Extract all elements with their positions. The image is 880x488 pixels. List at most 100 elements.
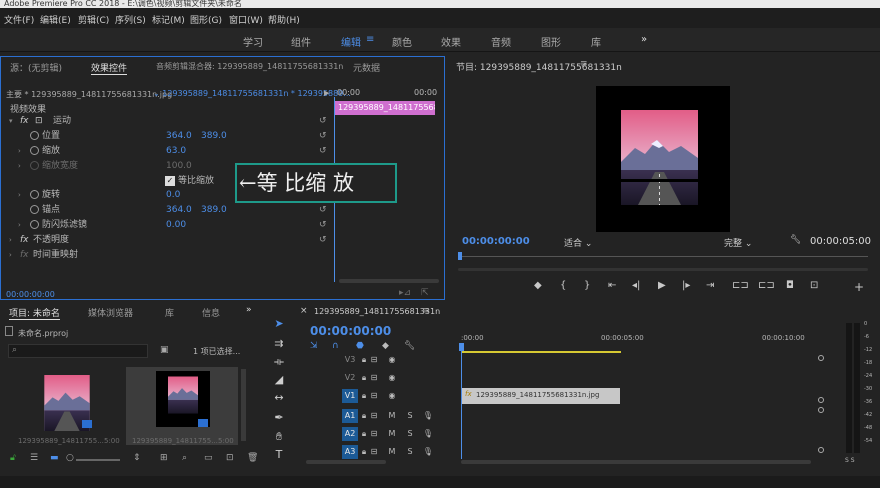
param-antiflicker-value[interactable]: 0.00 [166, 218, 186, 232]
sort-icon[interactable]: ⇕ [133, 453, 141, 463]
tab-audio-mixer[interactable]: 音频剪辑混合器: 129395889_14811755681331n [156, 61, 343, 72]
uniform-scale-checkbox[interactable]: ✓ [165, 176, 175, 186]
reset-icon[interactable]: ↺ [319, 218, 329, 230]
fx-icon[interactable]: fx [20, 233, 29, 247]
list-view-icon[interactable]: ☰ [30, 453, 38, 463]
program-ruler[interactable] [458, 256, 868, 257]
type-tool-icon[interactable]: T [272, 448, 286, 462]
menu-window[interactable]: 窗口(W) [229, 13, 263, 26]
wrench-icon[interactable]: 🔧︎ [404, 341, 415, 351]
sync-lock-icon[interactable]: ⊟ [366, 409, 382, 423]
param-position-x[interactable]: 364.0 [166, 129, 192, 143]
sync-lock-icon[interactable]: ⊟ [366, 389, 382, 403]
ec-zoom-scrollbar[interactable] [339, 279, 439, 283]
add-marker-icon[interactable]: ◆ [534, 280, 542, 291]
ec-clip-bar[interactable]: 129395889_14811755681331n [335, 101, 435, 115]
go-to-in-icon[interactable]: ⇤ [608, 280, 616, 291]
linked-selection-icon[interactable]: ⬣ [356, 341, 364, 351]
step-forward-icon[interactable]: |▸ [682, 280, 690, 291]
selection-tool-icon[interactable]: ➤ [272, 317, 286, 331]
lock-icon[interactable]: 🔓︎ [10, 453, 16, 463]
mark-in-icon[interactable]: { [560, 280, 566, 291]
zoom-slider[interactable] [76, 459, 120, 461]
scroll-handle[interactable] [818, 407, 824, 413]
reset-icon[interactable]: ↺ [319, 144, 329, 156]
workspace-audio[interactable]: 音频 [491, 34, 511, 49]
expand-icon[interactable]: › [18, 188, 21, 202]
expand-icon[interactable]: › [18, 144, 21, 158]
hand-tool-icon[interactable]: ✋︎ [272, 430, 286, 444]
project-search-input[interactable]: ⌕ [8, 344, 148, 358]
tab-source[interactable]: 源：(无剪辑) [10, 61, 62, 74]
tab-media-browser[interactable]: 媒体浏览器 [88, 306, 133, 319]
workspace-effects[interactable]: 效果 [441, 34, 461, 49]
tab-libraries[interactable]: 库 [165, 306, 174, 319]
mark-out-icon[interactable]: } [584, 280, 590, 291]
fx-icon[interactable]: fx [20, 114, 29, 128]
close-icon[interactable]: × [300, 306, 308, 316]
export-icon[interactable]: ⇱ [421, 288, 429, 298]
menu-file[interactable]: 文件(F) [4, 13, 34, 26]
track-label[interactable]: V1 [342, 389, 358, 403]
mute-button[interactable]: M [384, 445, 400, 459]
eye-icon[interactable]: ◉ [384, 389, 400, 403]
program-playhead[interactable] [458, 252, 462, 260]
mute-button[interactable]: M [384, 409, 400, 423]
sequence-clip-dropdown[interactable]: ⌄ 129395889_14811755681331n * 129395889.… [153, 89, 351, 98]
track-label[interactable]: A1 [342, 409, 358, 423]
mute-button[interactable]: M [384, 427, 400, 441]
ripple-edit-tool-icon[interactable]: ⟛ [272, 355, 286, 369]
auto-sequence-icon[interactable]: ⊞ [160, 453, 168, 463]
project-item-thumb[interactable] [40, 375, 114, 433]
filter-icon[interactable]: ▸⊿ [399, 288, 411, 298]
solo-button[interactable]: S [402, 427, 418, 441]
meter-solo-buttons[interactable]: S S [845, 457, 855, 464]
add-button-icon[interactable]: + [854, 280, 864, 294]
menu-edit[interactable]: 编辑(E) [40, 13, 71, 26]
workspace-color[interactable]: 颜色 [392, 34, 412, 49]
project-item-name[interactable]: 129395889_14811755... [18, 437, 104, 445]
stopwatch-icon[interactable] [30, 131, 39, 140]
eye-icon[interactable]: ◉ [384, 353, 400, 367]
step-back-icon[interactable]: ◂| [632, 280, 640, 291]
razor-tool-icon[interactable]: ◢ [272, 373, 286, 387]
track-select-tool-icon[interactable]: ⇉ [272, 337, 286, 351]
tab-metadata[interactable]: 元数据 [353, 61, 380, 74]
workspace-more-icon[interactable]: » [641, 34, 647, 45]
param-position-y[interactable]: 389.0 [201, 129, 227, 143]
project-item-name[interactable]: 129395889_14811755... [132, 437, 218, 445]
new-bin-icon[interactable]: ▭ [204, 453, 213, 463]
reset-icon[interactable]: ↺ [319, 233, 329, 245]
transform-icon[interactable]: ⊡ [35, 114, 43, 128]
timeline-h-scrollbar[interactable] [461, 460, 811, 464]
play-icon[interactable]: ▶ [658, 280, 666, 291]
track-label[interactable]: A2 [342, 427, 358, 441]
eye-icon[interactable]: ◉ [384, 371, 400, 385]
reset-icon[interactable]: ↺ [319, 203, 329, 215]
sync-lock-icon[interactable]: ⊟ [366, 427, 382, 441]
workspace-graphics[interactable]: 图形 [541, 34, 561, 49]
sync-lock-icon[interactable]: ⊟ [366, 353, 382, 367]
mic-icon[interactable]: 🎙︎ [420, 427, 436, 441]
expand-icon[interactable]: › [18, 159, 21, 173]
play-icon[interactable]: ▶ [324, 89, 329, 97]
workspace-editing[interactable]: 编辑 [341, 34, 361, 49]
reset-icon[interactable]: ↺ [319, 129, 329, 141]
master-clip-label[interactable]: 主要 * 129395889_14811755681331n.jpg [6, 89, 172, 100]
stopwatch-icon[interactable] [30, 220, 39, 229]
project-scrollbar[interactable] [241, 369, 246, 441]
expand-icon[interactable]: › [9, 248, 12, 262]
menu-sequence[interactable]: 序列(S) [115, 13, 146, 26]
expand-icon[interactable]: › [9, 233, 12, 247]
workspace-menu-icon[interactable]: ≡ [366, 34, 374, 45]
stopwatch-icon[interactable] [30, 146, 39, 155]
tab-project[interactable]: 项目: 未命名 [9, 306, 60, 320]
solo-button[interactable]: S [402, 445, 418, 459]
nest-icon[interactable]: ⇲ [310, 341, 318, 351]
sync-lock-icon[interactable]: ⊟ [366, 371, 382, 385]
find-icon[interactable]: ⌕ [182, 453, 187, 463]
wrench-icon[interactable]: 🔧︎ [790, 235, 801, 245]
new-bin-icon[interactable]: ▣ [160, 345, 169, 355]
program-timecode[interactable]: 00:00:00:00 [462, 236, 530, 247]
param-scale-value[interactable]: 63.0 [166, 144, 186, 158]
